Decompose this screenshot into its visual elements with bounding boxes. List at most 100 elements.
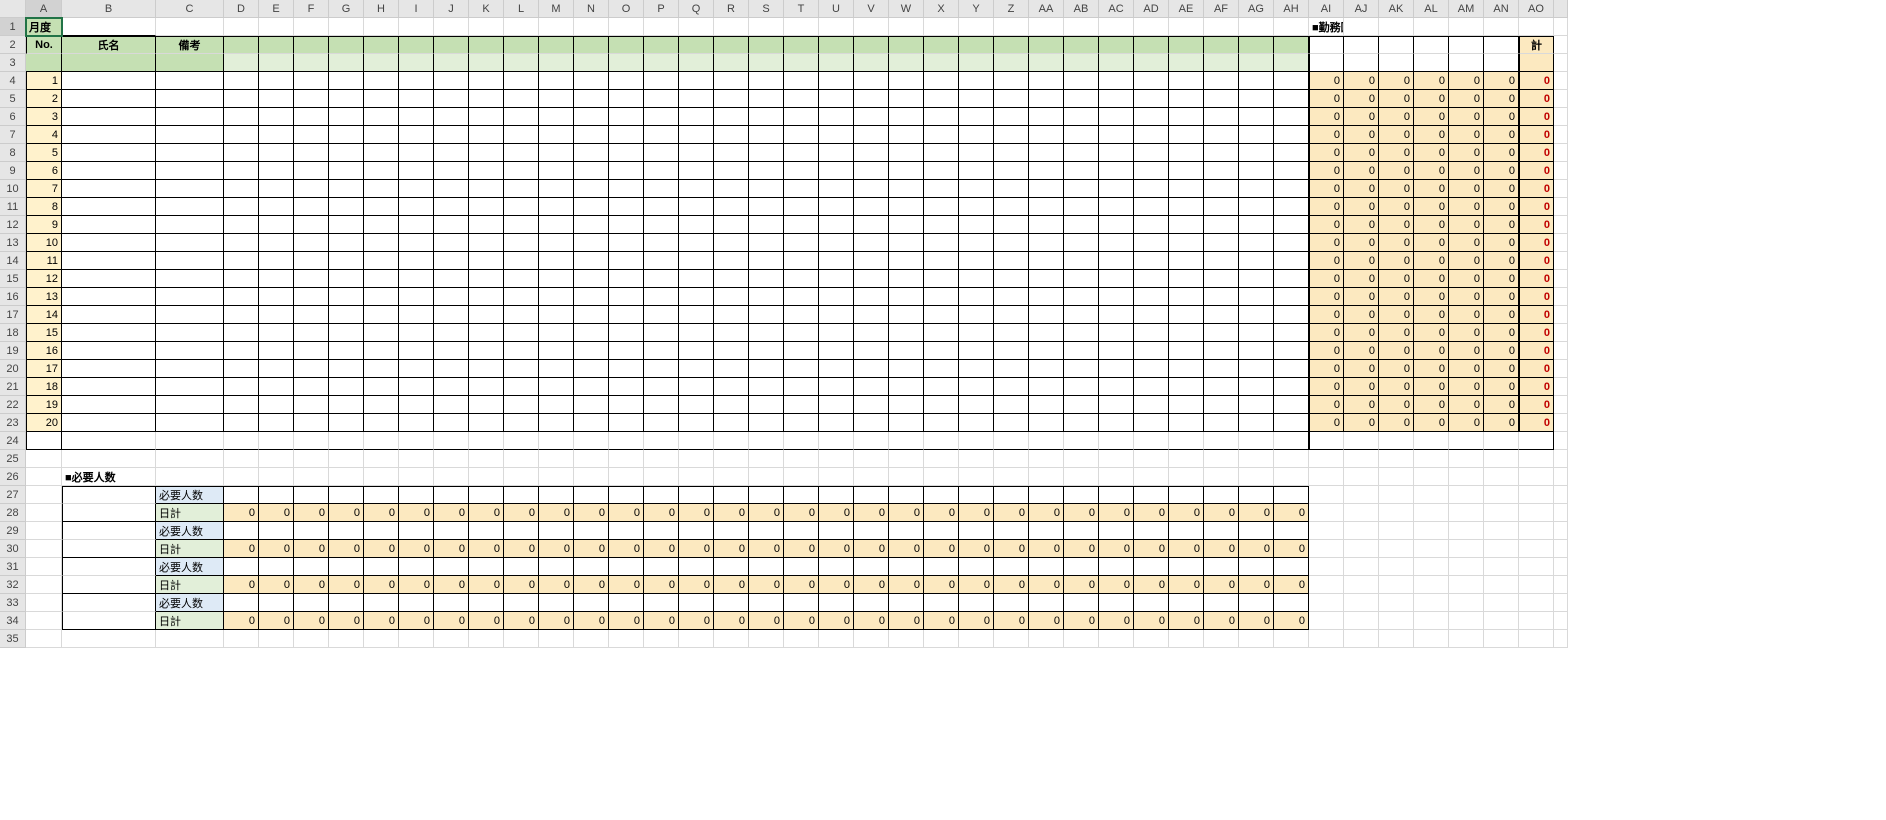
cell[interactable] bbox=[679, 468, 714, 486]
staff-day[interactable] bbox=[1239, 342, 1274, 360]
cell[interactable] bbox=[1554, 432, 1568, 450]
staff-count[interactable]: 0 bbox=[1414, 324, 1449, 342]
cell[interactable] bbox=[1484, 612, 1519, 630]
req-need-cell[interactable] bbox=[679, 594, 714, 612]
staff-name[interactable] bbox=[62, 270, 156, 288]
staff-day[interactable] bbox=[644, 270, 679, 288]
cell[interactable] bbox=[1099, 432, 1134, 450]
staff-name[interactable] bbox=[62, 306, 156, 324]
staff-day[interactable] bbox=[574, 252, 609, 270]
staff-count[interactable]: 0 bbox=[1449, 108, 1484, 126]
staff-day[interactable] bbox=[1099, 72, 1134, 90]
staff-day[interactable] bbox=[854, 162, 889, 180]
staff-day[interactable] bbox=[1064, 162, 1099, 180]
cell[interactable] bbox=[504, 450, 539, 468]
staff-day[interactable] bbox=[259, 288, 294, 306]
req-need-cell[interactable] bbox=[224, 522, 259, 540]
staff-count[interactable]: 0 bbox=[1414, 306, 1449, 324]
staff-day[interactable] bbox=[574, 180, 609, 198]
staff-day[interactable] bbox=[1169, 306, 1204, 324]
staff-day[interactable] bbox=[1029, 342, 1064, 360]
row-header-23[interactable]: 23 bbox=[0, 414, 26, 432]
cell[interactable] bbox=[504, 432, 539, 450]
req-need-cell[interactable] bbox=[749, 486, 784, 504]
req-need-cell[interactable] bbox=[679, 558, 714, 576]
staff-day[interactable] bbox=[504, 252, 539, 270]
staff-day[interactable] bbox=[1099, 360, 1134, 378]
staff-day[interactable] bbox=[224, 270, 259, 288]
staff-day[interactable] bbox=[1239, 306, 1274, 324]
staff-count[interactable]: 0 bbox=[1414, 162, 1449, 180]
staff-day[interactable] bbox=[714, 162, 749, 180]
staff-day[interactable] bbox=[1204, 72, 1239, 90]
req-daytotal-cell[interactable]: 0 bbox=[364, 540, 399, 558]
staff-day[interactable] bbox=[679, 90, 714, 108]
cell[interactable] bbox=[1554, 342, 1568, 360]
req-need-cell[interactable] bbox=[1029, 594, 1064, 612]
req-daytotal-cell[interactable]: 0 bbox=[924, 504, 959, 522]
cell[interactable] bbox=[224, 630, 259, 648]
req-need-cell[interactable] bbox=[854, 522, 889, 540]
staff-day[interactable] bbox=[784, 378, 819, 396]
staff-count[interactable]: 0 bbox=[1309, 288, 1344, 306]
cell[interactable] bbox=[1309, 612, 1344, 630]
cell[interactable] bbox=[609, 450, 644, 468]
row-header-33[interactable]: 33 bbox=[0, 594, 26, 612]
cell[interactable] bbox=[294, 468, 329, 486]
staff-count[interactable]: 0 bbox=[1344, 342, 1379, 360]
cell[interactable] bbox=[26, 540, 62, 558]
cell[interactable] bbox=[364, 450, 399, 468]
staff-day[interactable] bbox=[1099, 396, 1134, 414]
staff-day[interactable] bbox=[679, 342, 714, 360]
req-need-cell[interactable] bbox=[294, 594, 329, 612]
staff-count[interactable]: 0 bbox=[1484, 414, 1519, 432]
staff-day[interactable] bbox=[224, 360, 259, 378]
staff-day[interactable] bbox=[399, 270, 434, 288]
req-need-cell[interactable] bbox=[574, 522, 609, 540]
staff-day[interactable] bbox=[644, 306, 679, 324]
staff-day[interactable] bbox=[644, 198, 679, 216]
staff-day[interactable] bbox=[259, 324, 294, 342]
cell[interactable] bbox=[364, 468, 399, 486]
staff-day[interactable] bbox=[434, 342, 469, 360]
cell[interactable] bbox=[1484, 558, 1519, 576]
staff-day[interactable] bbox=[889, 108, 924, 126]
cell[interactable] bbox=[959, 630, 994, 648]
staff-day[interactable] bbox=[819, 126, 854, 144]
req-daytotal-cell[interactable]: 0 bbox=[1134, 540, 1169, 558]
staff-day[interactable] bbox=[1064, 144, 1099, 162]
staff-day[interactable] bbox=[609, 72, 644, 90]
col-header-B[interactable]: B bbox=[62, 0, 156, 18]
staff-day[interactable] bbox=[1274, 162, 1309, 180]
staff-day[interactable] bbox=[504, 414, 539, 432]
staff-day[interactable] bbox=[469, 72, 504, 90]
staff-day[interactable] bbox=[924, 270, 959, 288]
staff-count[interactable]: 0 bbox=[1379, 288, 1414, 306]
staff-day[interactable] bbox=[854, 216, 889, 234]
staff-day[interactable] bbox=[714, 234, 749, 252]
staff-day[interactable] bbox=[1204, 126, 1239, 144]
staff-day[interactable] bbox=[819, 108, 854, 126]
req-daytotal-cell[interactable]: 0 bbox=[714, 540, 749, 558]
staff-day[interactable] bbox=[679, 306, 714, 324]
cell[interactable] bbox=[329, 18, 364, 36]
staff-day[interactable] bbox=[329, 252, 364, 270]
staff-day[interactable] bbox=[1134, 396, 1169, 414]
staff-day[interactable] bbox=[364, 306, 399, 324]
staff-day[interactable] bbox=[784, 396, 819, 414]
staff-day[interactable] bbox=[994, 306, 1029, 324]
cell[interactable] bbox=[889, 450, 924, 468]
staff-count[interactable]: 0 bbox=[1379, 306, 1414, 324]
req-need-cell[interactable] bbox=[469, 522, 504, 540]
cell[interactable] bbox=[294, 18, 329, 36]
staff-day[interactable] bbox=[574, 270, 609, 288]
staff-notes[interactable] bbox=[156, 252, 224, 270]
req-need-cell[interactable] bbox=[1029, 522, 1064, 540]
cell[interactable] bbox=[1449, 432, 1484, 450]
req-group-label[interactable] bbox=[62, 504, 156, 522]
staff-count[interactable]: 0 bbox=[1414, 396, 1449, 414]
staff-day[interactable] bbox=[889, 216, 924, 234]
staff-count[interactable]: 0 bbox=[1484, 108, 1519, 126]
staff-count[interactable]: 0 bbox=[1309, 180, 1344, 198]
cell[interactable] bbox=[1344, 504, 1379, 522]
